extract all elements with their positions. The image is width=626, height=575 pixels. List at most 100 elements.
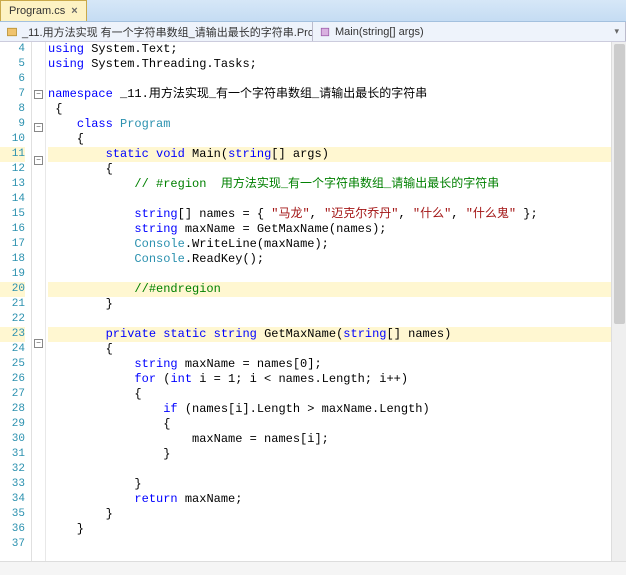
fold-cell: [32, 42, 45, 57]
breadcrumb-class-dropdown[interactable]: _11.用方法实现 有一个字符串数组_请输出最长的字符串.Program ▾: [0, 22, 313, 41]
fold-cell: [32, 72, 45, 87]
code-line[interactable]: maxName = names[i];: [48, 432, 611, 447]
fold-cell: [32, 105, 45, 120]
line-number: 7: [0, 87, 25, 102]
fold-cell[interactable]: −: [32, 90, 45, 105]
fold-cell: [32, 534, 45, 549]
code-line[interactable]: for (int i = 1; i < names.Length; i++): [48, 372, 611, 387]
line-number: 19: [0, 267, 25, 282]
fold-cell: [32, 489, 45, 504]
class-icon: [6, 26, 18, 38]
code-line[interactable]: [48, 462, 611, 477]
breadcrumb-right-text: Main(string[] args): [335, 26, 424, 38]
line-number: 23: [0, 327, 25, 342]
code-line[interactable]: [48, 537, 611, 552]
fold-cell: [32, 138, 45, 153]
line-number: 13: [0, 177, 25, 192]
line-number: 37: [0, 537, 25, 552]
line-number: 4: [0, 42, 25, 57]
code-line[interactable]: using System.Threading.Tasks;: [48, 57, 611, 72]
vertical-scrollbar[interactable]: [611, 42, 626, 575]
line-number: 9: [0, 117, 25, 132]
line-number: 33: [0, 477, 25, 492]
code-line[interactable]: {: [48, 132, 611, 147]
breadcrumb-left-text: _11.用方法实现 有一个字符串数组_请输出最长的字符串.Program: [22, 24, 313, 40]
code-line[interactable]: {: [48, 162, 611, 177]
fold-cell: [32, 321, 45, 336]
code-line[interactable]: {: [48, 417, 611, 432]
code-line[interactable]: {: [48, 342, 611, 357]
fold-toggle-icon[interactable]: −: [34, 156, 43, 165]
tab-bar: Program.cs ×: [0, 0, 626, 22]
code-line[interactable]: }: [48, 447, 611, 462]
line-number: 14: [0, 192, 25, 207]
code-line[interactable]: Console.ReadKey();: [48, 252, 611, 267]
code-line[interactable]: //#endregion: [48, 282, 611, 297]
code-line[interactable]: [48, 312, 611, 327]
fold-toggle-icon[interactable]: −: [34, 339, 43, 348]
code-line[interactable]: Console.WriteLine(maxName);: [48, 237, 611, 252]
tab-program-cs[interactable]: Program.cs ×: [0, 0, 87, 21]
fold-cell: [32, 186, 45, 201]
code-line[interactable]: {: [48, 102, 611, 117]
code-line[interactable]: using System.Text;: [48, 42, 611, 57]
fold-cell: [32, 504, 45, 519]
fold-cell[interactable]: −: [32, 339, 45, 354]
line-number: 36: [0, 522, 25, 537]
fold-toggle-icon[interactable]: −: [34, 123, 43, 132]
code-line[interactable]: return maxName;: [48, 492, 611, 507]
line-number: 30: [0, 432, 25, 447]
line-number: 29: [0, 417, 25, 432]
scrollbar-thumb[interactable]: [614, 44, 625, 324]
fold-cell: [32, 171, 45, 186]
line-number: 28: [0, 402, 25, 417]
line-number: 26: [0, 372, 25, 387]
code-line[interactable]: string maxName = GetMaxName(names);: [48, 222, 611, 237]
line-number: 31: [0, 447, 25, 462]
code-line[interactable]: {: [48, 387, 611, 402]
code-line[interactable]: namespace _11.用方法实现_有一个字符串数组_请输出最长的字符串: [48, 87, 611, 102]
line-number: 32: [0, 462, 25, 477]
line-number: 20: [0, 282, 25, 297]
fold-toggle-icon[interactable]: −: [34, 90, 43, 99]
fold-cell: [32, 246, 45, 261]
fold-cell: [32, 474, 45, 489]
status-bar: [0, 561, 626, 575]
code-line[interactable]: string maxName = names[0];: [48, 357, 611, 372]
line-number: 5: [0, 57, 25, 72]
fold-cell: [32, 444, 45, 459]
line-number: 10: [0, 132, 25, 147]
line-number: 24: [0, 342, 25, 357]
fold-cell[interactable]: −: [32, 156, 45, 171]
close-icon[interactable]: ×: [71, 5, 77, 17]
code-line[interactable]: }: [48, 507, 611, 522]
line-number: 11: [0, 147, 25, 162]
fold-cell[interactable]: −: [32, 123, 45, 138]
code-line[interactable]: if (names[i].Length > maxName.Length): [48, 402, 611, 417]
code-line[interactable]: // #region 用方法实现_有一个字符串数组_请输出最长的字符串: [48, 177, 611, 192]
breadcrumb-method-dropdown[interactable]: Main(string[] args) ▾: [313, 22, 626, 41]
code-line[interactable]: }: [48, 477, 611, 492]
line-number: 17: [0, 237, 25, 252]
fold-cell: [32, 306, 45, 321]
line-number: 16: [0, 222, 25, 237]
code-area[interactable]: using System.Text;using System.Threading…: [46, 42, 611, 575]
line-number: 35: [0, 507, 25, 522]
fold-cell: [32, 231, 45, 246]
fold-cell: [32, 519, 45, 534]
code-line[interactable]: }: [48, 522, 611, 537]
line-number: 6: [0, 72, 25, 87]
fold-cell: [32, 276, 45, 291]
code-line[interactable]: }: [48, 297, 611, 312]
code-line[interactable]: [48, 267, 611, 282]
code-line[interactable]: private static string GetMaxName(string[…: [48, 327, 611, 342]
code-line[interactable]: class Program: [48, 117, 611, 132]
code-line[interactable]: static void Main(string[] args): [48, 147, 611, 162]
fold-cell: [32, 459, 45, 474]
code-line[interactable]: string[] names = { "马龙", "迈克尔乔丹", "什么", …: [48, 207, 611, 222]
code-line[interactable]: [48, 192, 611, 207]
line-number: 12: [0, 162, 25, 177]
code-line[interactable]: [48, 72, 611, 87]
code-editor: 4567891011121314151617181920212223242526…: [0, 42, 626, 575]
fold-cell: [32, 384, 45, 399]
